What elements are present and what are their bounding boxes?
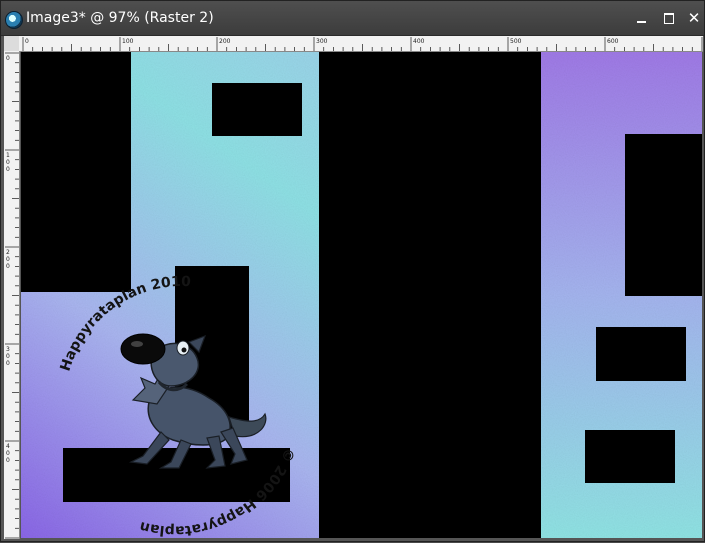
ruler-label: 0: [6, 353, 10, 360]
black-block-right-middle: [596, 327, 686, 381]
maximize-button[interactable]: [660, 9, 678, 27]
paint-shop-pro-icon[interactable]: [5, 11, 23, 29]
black-block-top-left: [21, 52, 131, 292]
horizontal-ruler[interactable]: 0 100 200 300 400 500 600: [19, 36, 703, 52]
ruler-label: 600: [607, 38, 619, 45]
vertical-ruler[interactable]: 0100200300400: [4, 51, 20, 539]
ruler-label: 400: [413, 38, 425, 45]
black-block-right-bottom: [585, 430, 675, 483]
ruler-label: 3: [6, 346, 10, 353]
black-block-center-column: [319, 52, 541, 538]
title-bar[interactable]: Image3* @ 97% (Raster 2) ✕: [1, 1, 704, 36]
ruler-label: 0: [6, 263, 10, 270]
ruler-label: 0: [6, 55, 10, 62]
minimize-button[interactable]: [633, 9, 651, 27]
image-window: Image3* @ 97% (Raster 2) ✕ 0 100 200 300 400…: [0, 0, 705, 542]
vertical-ruler-marks: 0100200300400: [5, 52, 19, 539]
ruler-label: 0: [6, 166, 10, 173]
ruler-label: 0: [6, 159, 10, 166]
ruler-label: 200: [219, 38, 231, 45]
ruler-label: 2: [6, 249, 10, 256]
black-block-right-tall: [625, 134, 702, 296]
ruler-label: 0: [6, 457, 10, 464]
ruler-label: 100: [122, 38, 134, 45]
image-canvas[interactable]: Happyrataplan 2010 © 2006 Happyrataplan: [21, 52, 702, 538]
ruler-label: 0: [6, 450, 10, 457]
ruler-label: 0: [6, 256, 10, 263]
window-title: Image3* @ 97% (Raster 2): [26, 10, 214, 26]
ruler-label: 500: [510, 38, 522, 45]
black-block-top-small: [212, 83, 302, 136]
horizontal-ruler-marks: 0 100 200 300 400 500 600: [22, 37, 703, 51]
ruler-label: 1: [6, 152, 10, 159]
ruler-label: 0: [25, 38, 29, 45]
close-button[interactable]: ✕: [685, 9, 703, 27]
ruler-label: 300: [316, 38, 328, 45]
ruler-label: 4: [6, 443, 10, 450]
ruler-label: 0: [6, 360, 10, 367]
artwork: Happyrataplan 2010 © 2006 Happyrataplan: [21, 52, 702, 538]
ruler-corner: [4, 36, 19, 51]
